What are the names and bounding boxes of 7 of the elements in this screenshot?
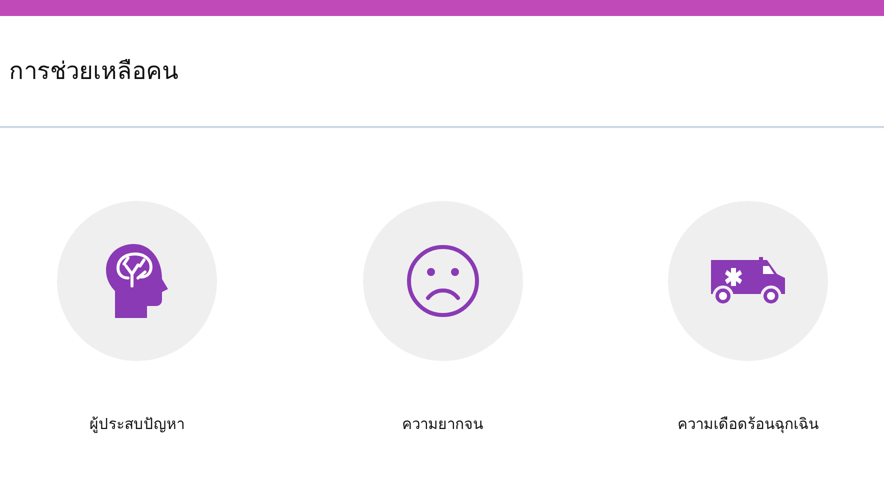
head-brain-icon	[104, 244, 170, 318]
category-label[interactable]: ความเดือดร้อนฉุกเฉิน	[678, 413, 818, 436]
page-title: การช่วยเหลือคน	[9, 56, 178, 86]
sad-face-icon	[406, 244, 480, 318]
category-label[interactable]: ความยากจน	[402, 413, 483, 436]
ambulance-icon	[709, 256, 787, 306]
category-label[interactable]: ผู้ประสบปัญหา	[90, 413, 184, 436]
